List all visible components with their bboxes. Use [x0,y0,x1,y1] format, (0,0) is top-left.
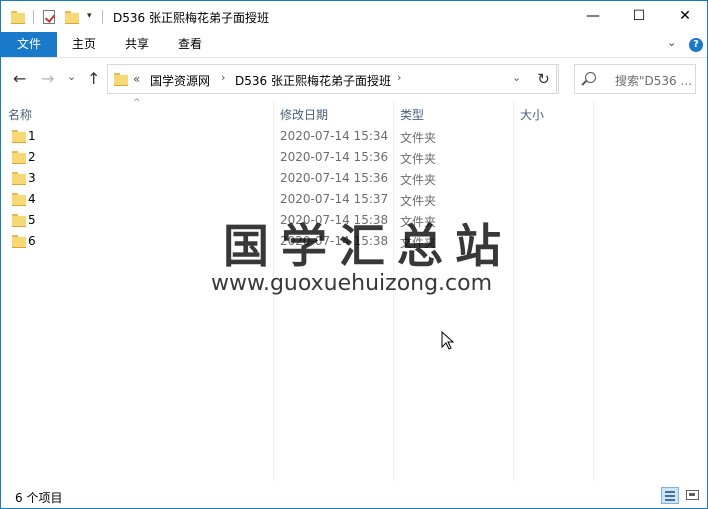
file-type: 文件夹 [400,131,437,145]
table-row[interactable]: 2 2020-07-14 15:36 文件夹 [1,147,707,168]
file-type: 文件夹 [400,173,437,187]
file-date: 2020-07-14 15:36 [280,171,389,185]
breadcrumb-item-root[interactable]: 国学资源网 [150,72,210,89]
column-header-date[interactable]: 修改日期 [280,106,328,123]
file-type: 文件夹 [400,194,437,208]
file-type: 文件夹 [400,152,437,166]
title-bar: ▾ D536 张正熙梅花弟子面授班 — ☐ ✕ [1,1,707,32]
refresh-icon[interactable]: ↻ [529,64,559,94]
window-title: D536 张正熙梅花弟子面授班 [113,11,269,25]
address-dropdown-icon[interactable]: ⌄ [512,71,521,84]
tiles-view-icon[interactable] [684,487,702,504]
help-icon[interactable]: ? [689,38,703,52]
breadcrumb-separator-icon[interactable]: › [397,71,401,84]
column-header-row: ^ 名称 修改日期 类型 大小 [1,98,707,125]
file-name: 1 [28,129,36,143]
watermark-chinese: 国学汇总站 [223,219,513,273]
file-name: 5 [28,213,36,227]
details-view-icon[interactable] [661,487,679,504]
breadcrumb-separator-icon[interactable]: › [221,71,225,84]
tab-home[interactable]: 主页 [59,32,109,57]
quick-access-dropdown-icon[interactable]: ▾ [87,11,92,21]
cursor-icon [441,331,455,350]
file-name: 6 [28,234,36,248]
ribbon-tabs: 文件 主页 共享 查看 ⌄ ? [1,32,707,58]
tab-view[interactable]: 查看 [165,32,215,57]
file-name: 3 [28,171,36,185]
search-input[interactable]: 搜索"D536 ... [574,64,696,94]
address-folder-icon [114,73,128,86]
table-row[interactable]: 3 2020-07-14 15:36 文件夹 [1,168,707,189]
qa-separator [33,10,34,24]
navigation-bar: ← → ⌄ ↑ « 国学资源网 › D536 张正熙梅花弟子面授班 › ⌄ ↻ … [1,58,707,100]
column-header-size[interactable]: 大小 [520,106,544,123]
folder-icon [12,214,26,227]
table-row[interactable]: 4 2020-07-14 15:37 文件夹 [1,189,707,210]
file-name: 4 [28,192,36,206]
watermark-url: www.guoxuehuizong.com [211,271,493,296]
explorer-window: ▾ D536 张正熙梅花弟子面授班 — ☐ ✕ 文件 主页 共享 查看 ⌄ ? … [0,0,708,509]
file-date: 2020-07-14 15:37 [280,192,389,206]
sort-arrow-icon: ^ [133,98,141,108]
forward-arrow-icon[interactable]: → [41,69,54,88]
recent-locations-icon[interactable]: ⌄ [67,70,76,83]
tab-share[interactable]: 共享 [112,32,162,57]
file-name: 2 [28,150,36,164]
minimize-button[interactable]: — [570,1,616,32]
tab-file[interactable]: 文件 [1,32,57,57]
column-header-name[interactable]: 名称 [8,106,32,123]
breadcrumb-item-current[interactable]: D536 张正熙梅花弟子面授班 [235,72,391,89]
folder-icon [12,172,26,185]
folder-icon [12,151,26,164]
address-bar[interactable]: « 国学资源网 › D536 张正熙梅花弟子面授班 › ⌄ [107,64,557,94]
file-date: 2020-07-14 15:34 [280,129,389,143]
search-icon [585,72,596,83]
folder-icon [12,130,26,143]
breadcrumb-overflow[interactable]: « [133,72,140,86]
folder-icon [12,193,26,206]
folder-icon [12,235,26,248]
column-header-type[interactable]: 类型 [400,106,424,123]
file-date: 2020-07-14 15:36 [280,150,389,164]
title-separator [102,10,103,24]
table-row[interactable]: 1 2020-07-14 15:34 文件夹 [1,126,707,147]
close-button[interactable]: ✕ [662,1,707,32]
properties-check-icon[interactable] [43,10,55,24]
back-arrow-icon[interactable]: ← [13,69,26,88]
ribbon-expand-icon[interactable]: ⌄ [667,36,676,49]
status-bar: 6 个项目 [1,484,707,508]
item-count: 6 个项目 [15,491,63,505]
search-placeholder: 搜索"D536 ... [615,74,692,88]
maximize-button[interactable]: ☐ [616,1,662,32]
up-arrow-icon[interactable]: ↑ [87,69,100,88]
